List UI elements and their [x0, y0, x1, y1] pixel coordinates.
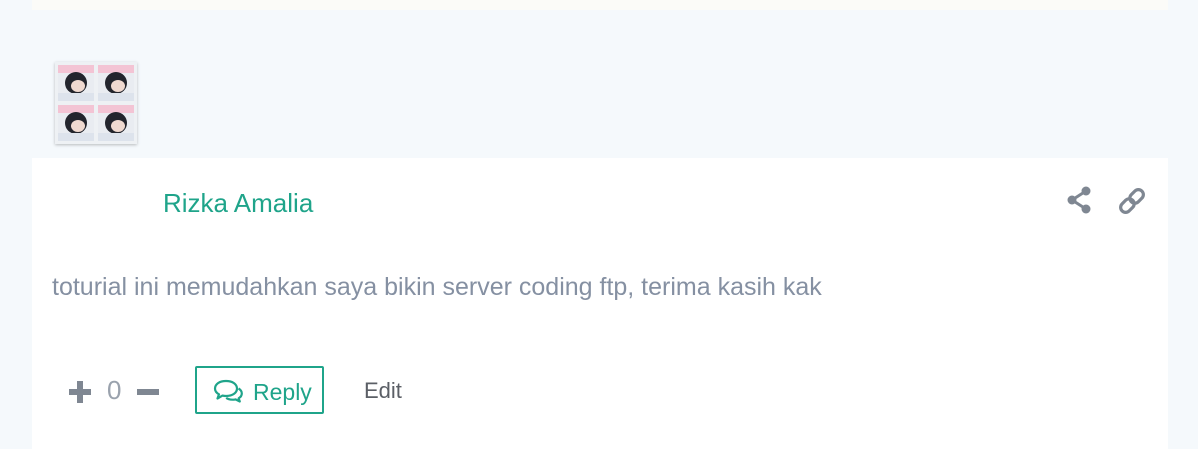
comments-icon	[213, 379, 243, 409]
share-icon[interactable]	[1066, 186, 1092, 219]
avatar-photo-tile	[98, 65, 134, 101]
top-strip	[32, 0, 1168, 10]
link-icon[interactable]	[1117, 186, 1147, 221]
avatar-photo-tile	[58, 105, 94, 141]
comment-text: toturial ini memudahkan saya bikin serve…	[52, 273, 822, 301]
vote-count: 0	[107, 375, 122, 405]
edit-link[interactable]: Edit	[364, 378, 402, 404]
minus-icon[interactable]	[136, 380, 160, 409]
plus-icon[interactable]	[68, 380, 92, 409]
reply-label: Reply	[253, 379, 312, 405]
avatar[interactable]	[55, 62, 137, 144]
reply-button[interactable]: Reply	[195, 366, 324, 414]
comment-card: Rizka Amalia toturial ini memudahkan say…	[32, 158, 1168, 449]
comment-author[interactable]: Rizka Amalia	[163, 188, 313, 219]
avatar-photo-tile	[58, 65, 94, 101]
avatar-photo-tile	[98, 105, 134, 141]
